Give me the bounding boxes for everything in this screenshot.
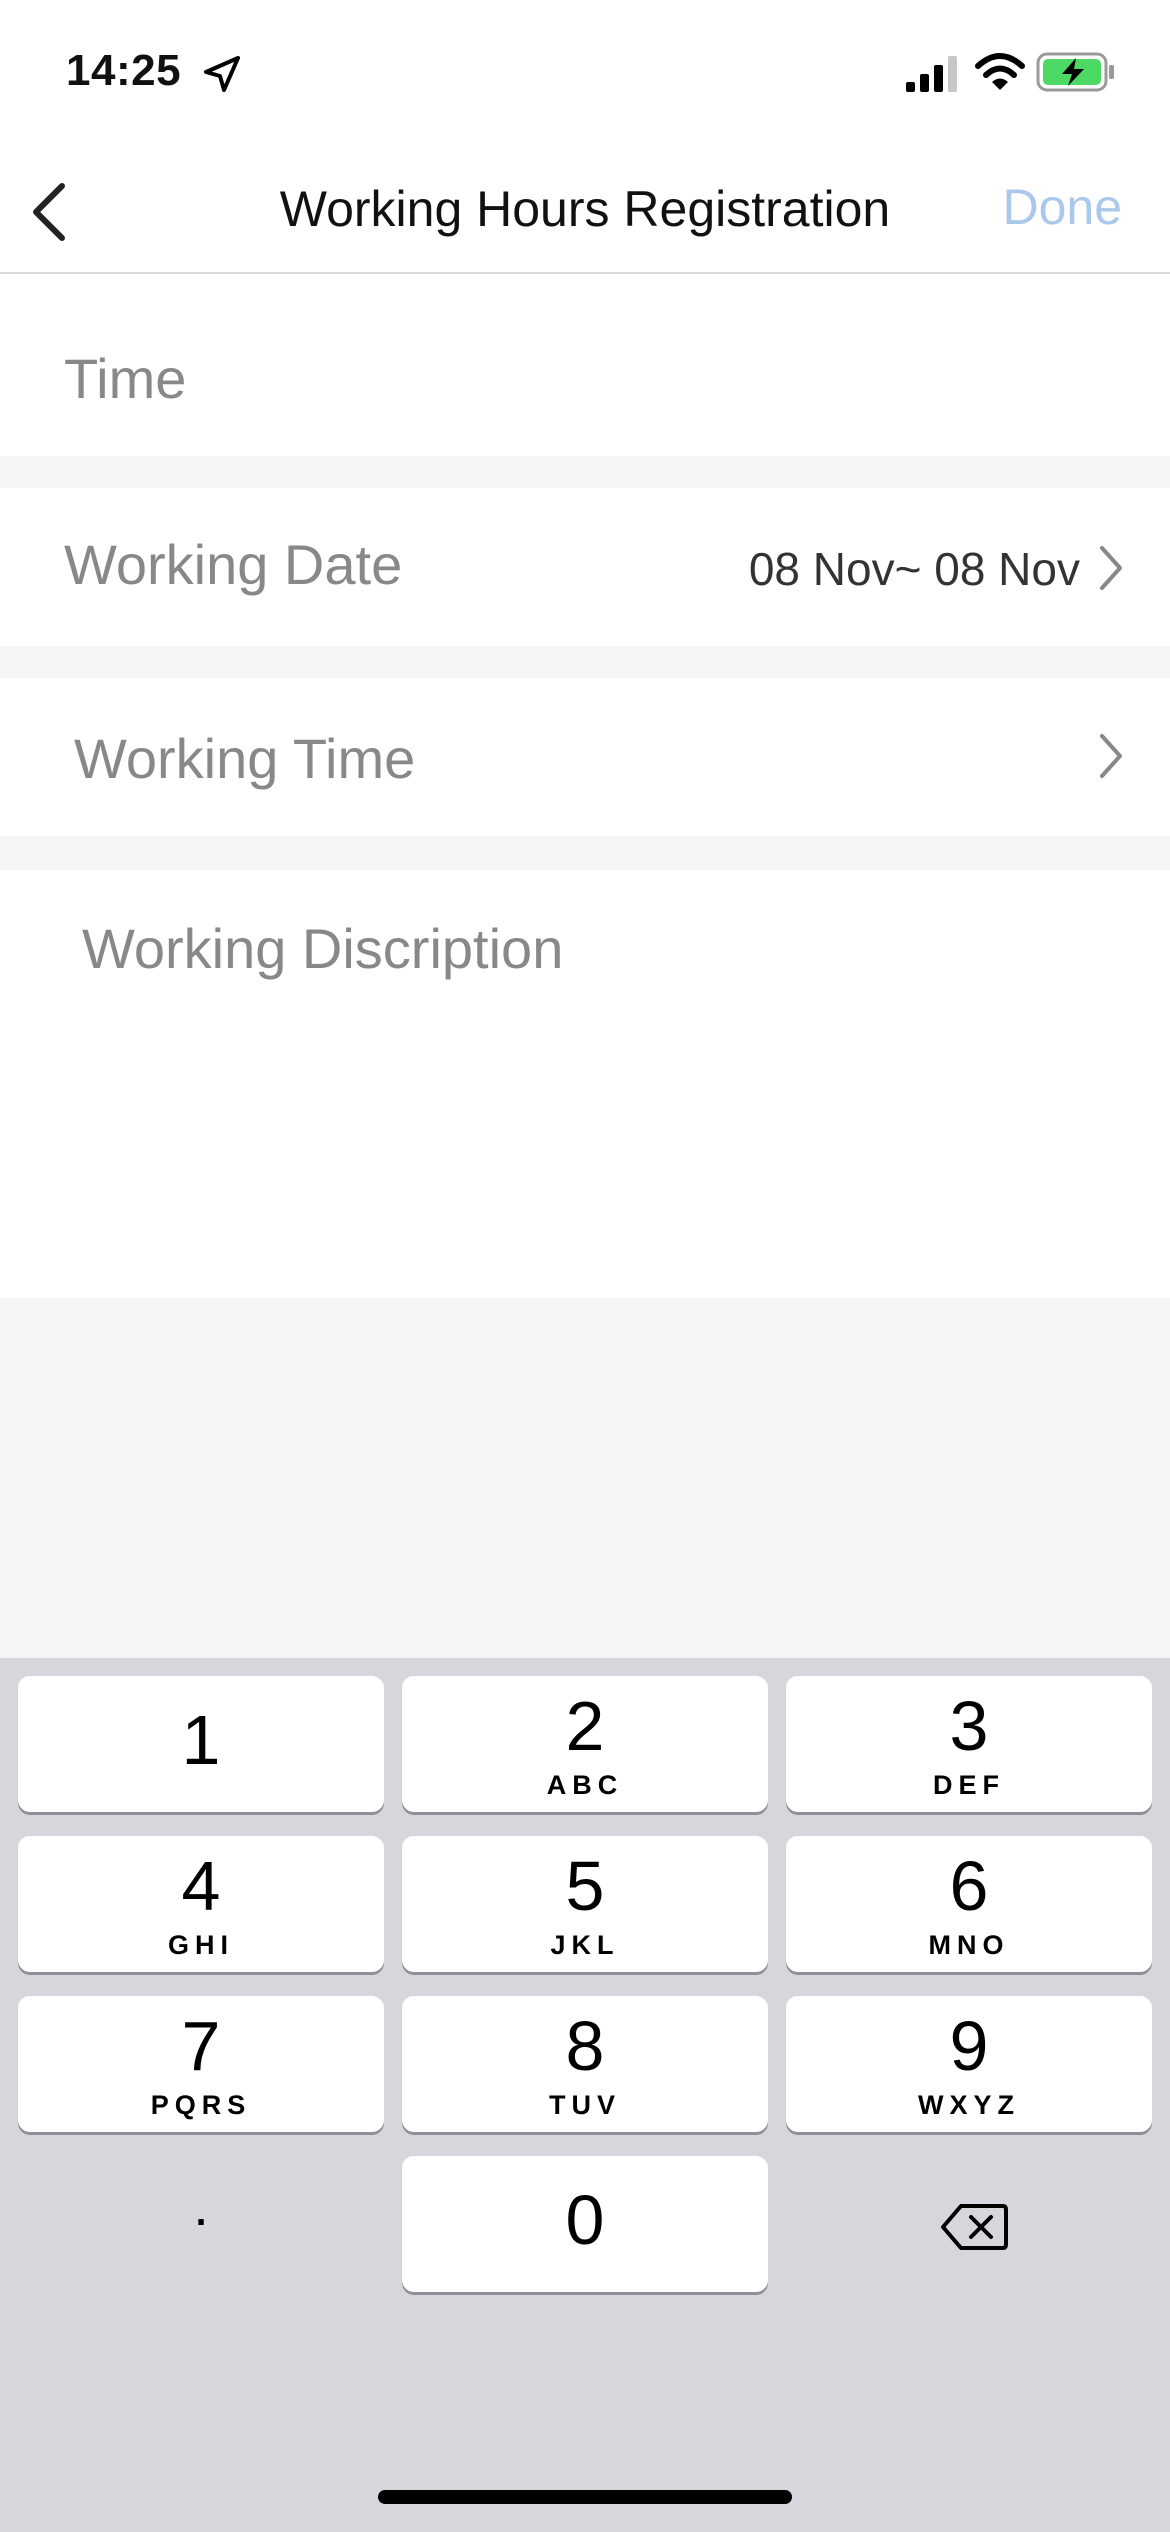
key-dot-label: . [193,2174,209,2237]
key-5[interactable]: 5 JKL [402,1836,768,1972]
key-digit: 9 [949,2007,989,2085]
key-letters: JKL [550,1930,620,1960]
description-placeholder: Working Discription [82,917,564,980]
key-1[interactable]: 1 [18,1676,384,1812]
page-title: Working Hours Registration [279,181,891,237]
wifi-icon [975,53,1025,90]
key-0[interactable]: 0 [402,2156,768,2292]
done-button[interactable]: Done [1002,178,1122,236]
key-letters: WXYZ [918,2090,1020,2120]
home-indicator[interactable] [378,2490,792,2504]
cellular-signal-icon [906,56,957,92]
key-digit: 8 [565,2007,605,2085]
key-letters: MNO [928,1930,1010,1960]
working-time-row[interactable]: Working Time [0,678,1170,836]
working-date-value: 08 Nov~ 08 Nov [748,543,1080,595]
key-6[interactable]: 6 MNO [786,1836,1152,1972]
key-dot[interactable]: . [18,2156,384,2292]
key-letters: ABC [546,1770,624,1800]
key-digit: 2 [565,1687,605,1765]
battery-charging-icon [1036,52,1114,92]
key-7[interactable]: 7 PQRS [18,1996,384,2132]
key-3[interactable]: 3 DEF [786,1676,1152,1812]
key-2[interactable]: 2 ABC [402,1676,768,1812]
status-bar: 14:25 [0,0,1170,150]
key-9[interactable]: 9 WXYZ [786,1996,1152,2132]
numeric-keyboard: 1 2 ABC 3 DEF 4 GHI 5 JKL 6 MNO 7 PQRS 8… [0,1658,1170,2532]
time-label: Time [64,347,187,410]
key-digit: 5 [565,1847,605,1925]
location-arrow-icon [204,56,240,92]
chevron-right-icon [1100,734,1122,778]
time-field[interactable]: Time [0,274,1170,456]
chevron-right-icon [1100,546,1122,590]
key-4[interactable]: 4 GHI [18,1836,384,1972]
backspace-icon [941,2204,1008,2250]
working-time-label: Working Time [74,727,416,790]
key-digit: 0 [565,2181,605,2259]
key-digit: 7 [181,2007,221,2085]
key-letters: DEF [933,1770,1005,1800]
key-letters: GHI [167,1930,234,1960]
key-digit: 4 [181,1847,221,1925]
status-time: 14:25 [66,46,182,95]
key-8[interactable]: 8 TUV [402,1996,768,2132]
key-digit: 1 [181,1701,221,1779]
key-digit: 6 [949,1847,989,1925]
key-letters: PQRS [150,2090,252,2120]
description-textarea[interactable]: Working Discription [0,870,1170,1298]
working-date-row[interactable]: Working Date 08 Nov~ 08 Nov [0,488,1170,646]
key-letters: TUV [549,2090,621,2120]
working-date-label: Working Date [64,533,403,596]
delete-key[interactable] [786,2156,1152,2292]
key-digit: 3 [949,1687,989,1765]
nav-bar: Working Hours Registration Done [0,150,1170,274]
